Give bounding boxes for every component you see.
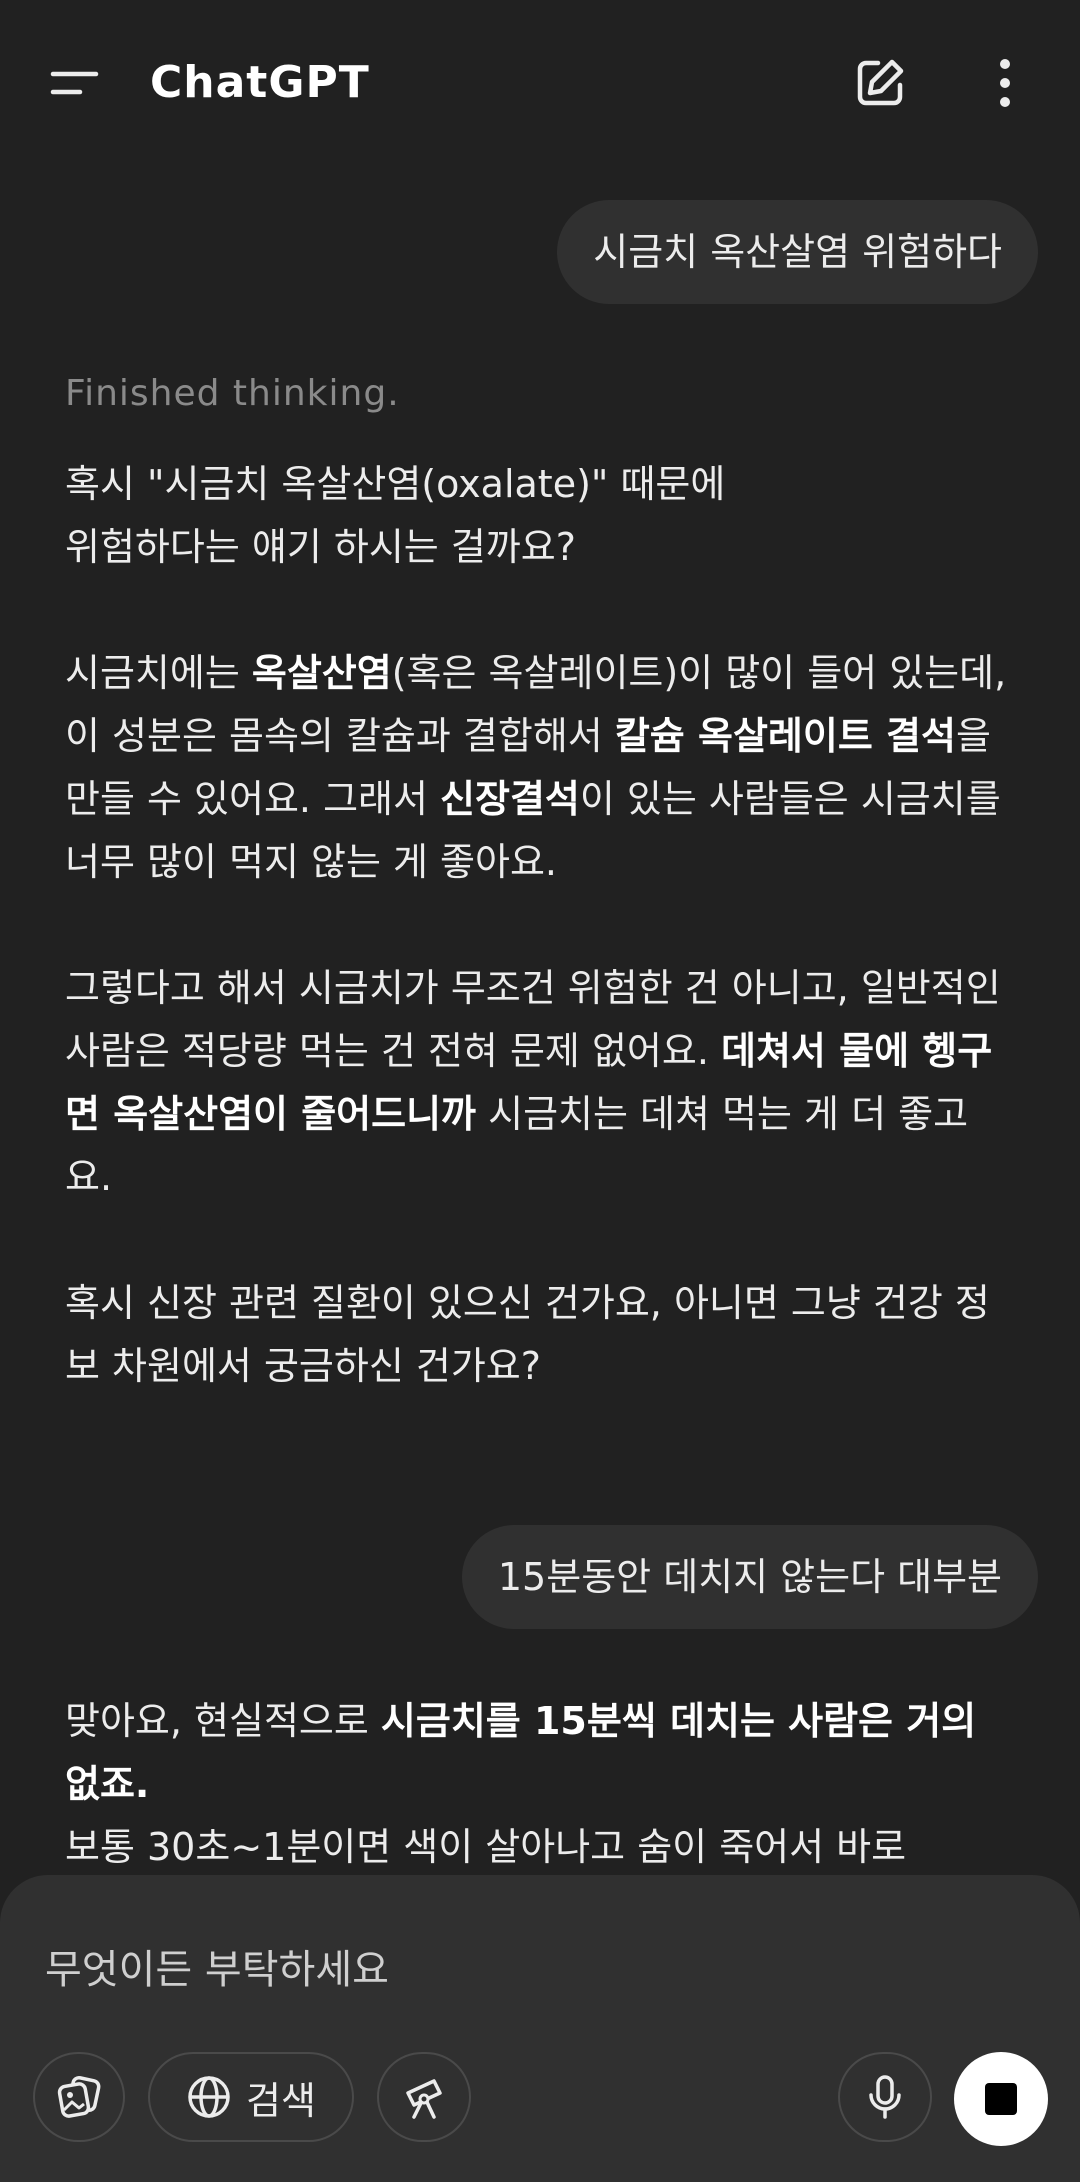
assistant-text: 위험하다는 얘기 하시는 걸까요? bbox=[65, 525, 576, 569]
assistant-paragraph: 혹시 신장 관련 질환이 있으신 건가요, 아니면 그냥 건강 정보 차원에서 … bbox=[65, 1272, 1015, 1398]
message-input[interactable] bbox=[45, 1935, 1035, 2005]
attach-button[interactable] bbox=[33, 2052, 125, 2142]
edit-icon bbox=[857, 59, 904, 106]
app-header: ChatGPT bbox=[0, 0, 1080, 165]
assistant-paragraph: 그렇다고 해서 시금치가 무조건 위험한 건 아니고, 일반적인 사람은 적당량… bbox=[65, 957, 1015, 1209]
thinking-status[interactable]: Finished thinking. bbox=[65, 373, 400, 414]
assistant-paragraph: 혹시 "시금치 옥살산염(oxalate)" 때문에 위험하다는 얘기 하시는 … bbox=[65, 453, 1015, 579]
search-button[interactable]: 검색 bbox=[148, 2052, 354, 2142]
assistant-paragraph: 시금치에는 옥살산염(혹은 옥살레이트)이 많이 들어 있는데, 이 성분은 몸… bbox=[65, 642, 1015, 894]
assistant-text: 혹시 신장 관련 질환이 있으신 건가요, 아니면 그냥 건강 정보 차원에서 … bbox=[65, 1281, 990, 1388]
new-chat-button[interactable] bbox=[845, 50, 915, 116]
assistant-bold-text: 옥살산염 bbox=[251, 651, 392, 695]
globe-icon bbox=[188, 2076, 230, 2118]
user-message-bubble: 시금치 옥산살염 위험하다 bbox=[557, 200, 1038, 304]
user-message-bubble: 15분동안 데치지 않는다 대부분 bbox=[461, 1525, 1038, 1629]
assistant-text: 보통 30초~1분이면 색이 살아나고 숨이 죽어서 바로 bbox=[65, 1825, 907, 1869]
assistant-text: 혹시 "시금치 옥살산염(oxalate)" 때문에 bbox=[65, 462, 726, 506]
assistant-text: 시금치에는 bbox=[65, 651, 252, 695]
more-options-button[interactable] bbox=[975, 50, 1035, 116]
message-composer: 검색 bbox=[0, 1875, 1080, 2182]
microphone-icon bbox=[869, 2075, 901, 2119]
menu-button[interactable] bbox=[40, 52, 110, 114]
image-attach-icon bbox=[57, 2075, 101, 2118]
assistant-message: 맞아요, 현실적으로 시금치를 15분씩 데치는 사람은 거의 없죠. 보통 3… bbox=[65, 1690, 1015, 1875]
chat-thread: 시금치 옥산살염 위험하다 Finished thinking. 혹시 "시금치… bbox=[0, 165, 1080, 1875]
menu-icon bbox=[50, 71, 99, 95]
app-title: ChatGPT bbox=[150, 57, 370, 108]
search-button-label: 검색 bbox=[246, 2078, 316, 2123]
assistant-bold-text: 칼슘 옥살레이트 결석 bbox=[614, 714, 956, 758]
tools-button[interactable] bbox=[377, 2052, 471, 2142]
assistant-bold-text: 신장결석 bbox=[440, 777, 580, 821]
assistant-message: 혹시 "시금치 옥살산염(oxalate)" 때문에 위험하다는 얘기 하시는 … bbox=[65, 453, 1015, 1461]
voice-input-button[interactable] bbox=[838, 2052, 932, 2142]
more-vertical-icon bbox=[1000, 59, 1010, 107]
telescope-icon bbox=[406, 2079, 442, 2119]
assistant-text: 맞아요, 현실적으로 bbox=[65, 1699, 381, 1743]
assistant-paragraph: 맞아요, 현실적으로 시금치를 15분씩 데치는 사람은 거의 없죠. 보통 3… bbox=[65, 1690, 1015, 1875]
stop-generation-button[interactable] bbox=[954, 2052, 1048, 2146]
stop-icon bbox=[985, 2083, 1017, 2115]
